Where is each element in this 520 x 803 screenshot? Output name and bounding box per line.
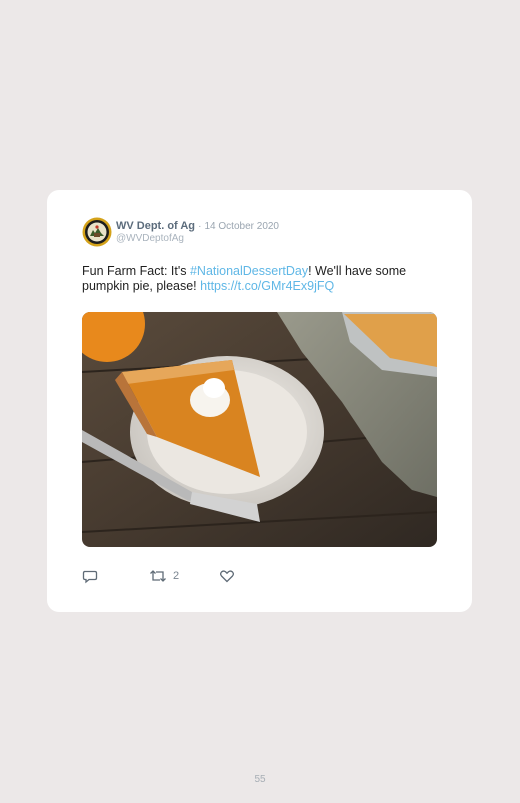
separator-dot: ·: [198, 221, 202, 232]
reply-button[interactable]: [82, 568, 98, 584]
pumpkin-pie-image: [82, 312, 437, 547]
tweet-card: WV Dept. of Ag · 14 October 2020 @WVDept…: [47, 190, 472, 612]
author-handle[interactable]: @WVDeptofAg: [116, 233, 184, 245]
tweet-date[interactable]: 14 October 2020: [205, 221, 280, 232]
tweet-text-start: Fun Farm Fact: It's: [82, 264, 190, 278]
tweet-photo[interactable]: [82, 312, 437, 547]
like-button[interactable]: [219, 568, 235, 584]
url-link[interactable]: https://t.co/GMr4Ex9jFQ: [200, 279, 334, 293]
author-name[interactable]: WV Dept. of Ag: [116, 220, 195, 232]
avatar[interactable]: [82, 217, 112, 247]
tweet-header: WV Dept. of Ag · 14 October 2020: [116, 220, 279, 233]
tweet-actions: 2: [82, 568, 282, 584]
wv-seal-icon: [82, 217, 112, 247]
reply-icon: [82, 570, 98, 584]
retweet-icon: [150, 570, 166, 582]
tweet-text: Fun Farm Fact: It's #NationalDessertDay!…: [82, 264, 442, 294]
page-number: 55: [254, 774, 266, 785]
hashtag-link[interactable]: #NationalDessertDay: [190, 264, 308, 278]
retweet-count: 2: [173, 570, 180, 582]
retweet-button[interactable]: 2: [149, 568, 179, 584]
heart-icon: [220, 570, 234, 583]
